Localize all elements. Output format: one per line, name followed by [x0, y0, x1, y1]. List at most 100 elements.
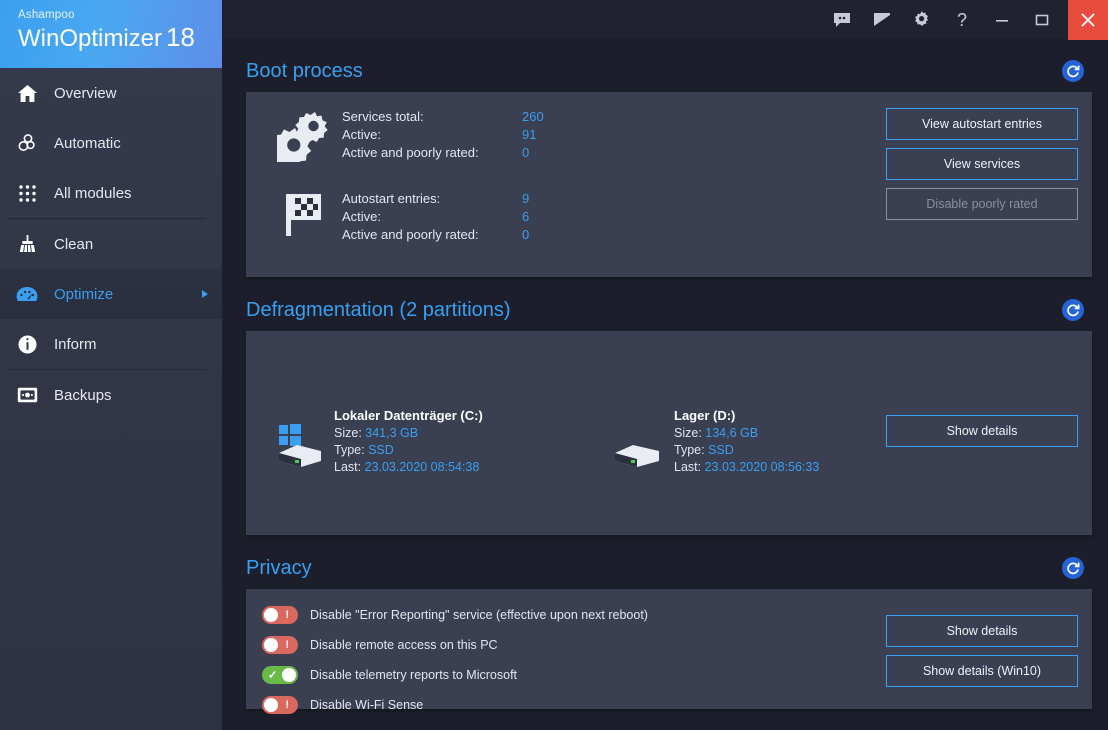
drive-info: Lokaler Datenträger (C:) Size: 341,3 GB …	[334, 407, 483, 476]
sidebar-item-inform[interactable]: Inform	[0, 319, 222, 369]
drive-type-value: SSD	[708, 443, 734, 457]
stat-key: Active and poorly rated:	[342, 226, 522, 244]
toggle-remote-access[interactable]: !	[262, 636, 298, 654]
section-title: Defragmentation (2 partitions)	[246, 299, 511, 322]
content-area: Boot process	[222, 40, 1108, 730]
toggle-warning-mark: !	[285, 639, 289, 651]
toggle-warning-mark: !	[285, 609, 289, 621]
sidebar-item-label: All modules	[54, 185, 132, 202]
sidebar-item-label: Overview	[54, 85, 117, 102]
drive-last: Last: 23.03.2020 08:56:33	[674, 459, 819, 476]
stat-row: Active and poorly rated: 0	[342, 226, 529, 244]
sidebar-item-label: Backups	[54, 387, 112, 404]
drive-size: Size: 341,3 GB	[334, 425, 483, 442]
stat-row: Services total: 260	[342, 108, 544, 126]
stat-row: Active: 91	[342, 126, 544, 144]
sidebar-item-overview[interactable]: Overview	[0, 68, 222, 118]
application-window: Ashampoo WinOptimizer18 Overview Automat…	[0, 0, 1108, 730]
drive-item[interactable]: Lokaler Datenträger (C:) Size: 341,3 GB …	[260, 407, 600, 476]
drive-size-value: 134,6 GB	[705, 426, 758, 440]
sidebar-item-all-modules[interactable]: All modules	[0, 168, 222, 218]
notes-icon[interactable]	[862, 0, 902, 40]
drive-info: Lager (D:) Size: 134,6 GB Type: SSD	[674, 407, 819, 476]
toggle-wifi-sense[interactable]: !	[262, 696, 298, 714]
system-drive-icon	[260, 407, 334, 467]
show-details-button[interactable]: Show details	[886, 615, 1078, 647]
privacy-label: Disable remote access on this PC	[310, 638, 498, 652]
stat-value: 0	[522, 226, 529, 244]
services-stats: Services total: 260 Active: 91 Active an…	[342, 108, 544, 162]
stat-row: Autostart entries: 9	[342, 190, 529, 208]
sidebar-item-label: Optimize	[54, 286, 113, 303]
sidebar-item-label: Inform	[54, 336, 97, 353]
sidebar-item-optimize[interactable]: Optimize	[0, 269, 222, 319]
toggle-knob	[264, 638, 278, 652]
safe-icon	[12, 384, 42, 406]
privacy-label: Disable Wi-Fi Sense	[310, 698, 423, 712]
show-details-win10-button[interactable]: Show details (Win10)	[886, 655, 1078, 687]
maximize-icon[interactable]	[1022, 0, 1062, 40]
section-title: Privacy	[246, 557, 312, 580]
info-icon	[12, 333, 42, 355]
toggle-knob	[282, 668, 296, 682]
section-title: Boot process	[246, 60, 363, 83]
stat-value: 260	[522, 108, 544, 126]
close-icon[interactable]	[1068, 0, 1108, 40]
gauge-icon	[12, 283, 42, 305]
boot-panel: Services total: 260 Active: 91 Active an…	[246, 92, 1092, 277]
broom-icon	[12, 233, 42, 255]
stat-key: Active and poorly rated:	[342, 144, 522, 162]
stat-key: Active:	[342, 126, 522, 144]
section-privacy: Privacy ! Disable "Error Reporting" serv	[246, 547, 1092, 709]
view-services-button[interactable]: View services	[886, 148, 1078, 180]
privacy-panel: ! Disable "Error Reporting" service (eff…	[246, 589, 1092, 709]
drive-type-value: SSD	[368, 443, 394, 457]
drive-name: Lager (D:)	[674, 407, 819, 424]
drive-item[interactable]: Lager (D:) Size: 134,6 GB Type: SSD	[600, 407, 819, 476]
stat-key: Autostart entries:	[342, 190, 522, 208]
show-details-button[interactable]: Show details	[886, 415, 1078, 447]
feedback-icon[interactable]	[822, 0, 862, 40]
drive-last-key: Last:	[674, 460, 701, 474]
drive-size-key: Size:	[674, 426, 702, 440]
drive-last: Last: 23.03.2020 08:54:38	[334, 459, 483, 476]
minimize-icon[interactable]	[982, 0, 1022, 40]
toggle-telemetry[interactable]: ✓	[262, 666, 298, 684]
boot-actions: View autostart entries View services Dis…	[886, 108, 1078, 220]
privacy-label: Disable "Error Reporting" service (effec…	[310, 608, 648, 622]
drive-type: Type: SSD	[334, 442, 483, 459]
app-logo: Ashampoo WinOptimizer18	[0, 0, 222, 68]
drive-icon	[600, 407, 674, 467]
drive-list: Lokaler Datenträger (C:) Size: 341,3 GB …	[246, 331, 1092, 476]
stat-key: Active:	[342, 208, 522, 226]
refresh-icon[interactable]	[1062, 60, 1084, 82]
logo-product: WinOptimizer18	[18, 22, 222, 54]
gear-icon[interactable]	[902, 0, 942, 40]
toggle-error-reporting[interactable]: !	[262, 606, 298, 624]
sidebar-item-backups[interactable]: Backups	[0, 370, 222, 420]
chevron-right-icon	[202, 290, 208, 298]
logo-brand: Ashampoo	[18, 8, 222, 22]
logo-product-name: WinOptimizer	[18, 25, 162, 52]
stat-value: 9	[522, 190, 529, 208]
toggle-knob	[264, 608, 278, 622]
sidebar-item-automatic[interactable]: Automatic	[0, 118, 222, 168]
drive-type-key: Type:	[674, 443, 705, 457]
section-header: Boot process	[246, 50, 1092, 92]
sidebar-item-clean[interactable]: Clean	[0, 219, 222, 269]
main-region: ? Boot process	[222, 0, 1108, 730]
drive-type-key: Type:	[334, 443, 365, 457]
help-icon[interactable]: ?	[942, 0, 982, 40]
view-autostart-entries-button[interactable]: View autostart entries	[886, 108, 1078, 140]
refresh-icon[interactable]	[1062, 299, 1084, 321]
section-defragmentation: Defragmentation (2 partitions)	[246, 289, 1092, 535]
defragmentation-panel: Lokaler Datenträger (C:) Size: 341,3 GB …	[246, 331, 1092, 535]
defragmentation-actions: Show details	[886, 415, 1078, 447]
disable-poorly-rated-button: Disable poorly rated	[886, 188, 1078, 220]
privacy-actions: Show details Show details (Win10)	[886, 615, 1078, 687]
logo-version: 18	[166, 22, 195, 52]
stat-row: Active and poorly rated: 0	[342, 144, 544, 162]
refresh-icon[interactable]	[1062, 557, 1084, 579]
stat-key: Services total:	[342, 108, 522, 126]
section-boot-process: Boot process	[246, 50, 1092, 277]
